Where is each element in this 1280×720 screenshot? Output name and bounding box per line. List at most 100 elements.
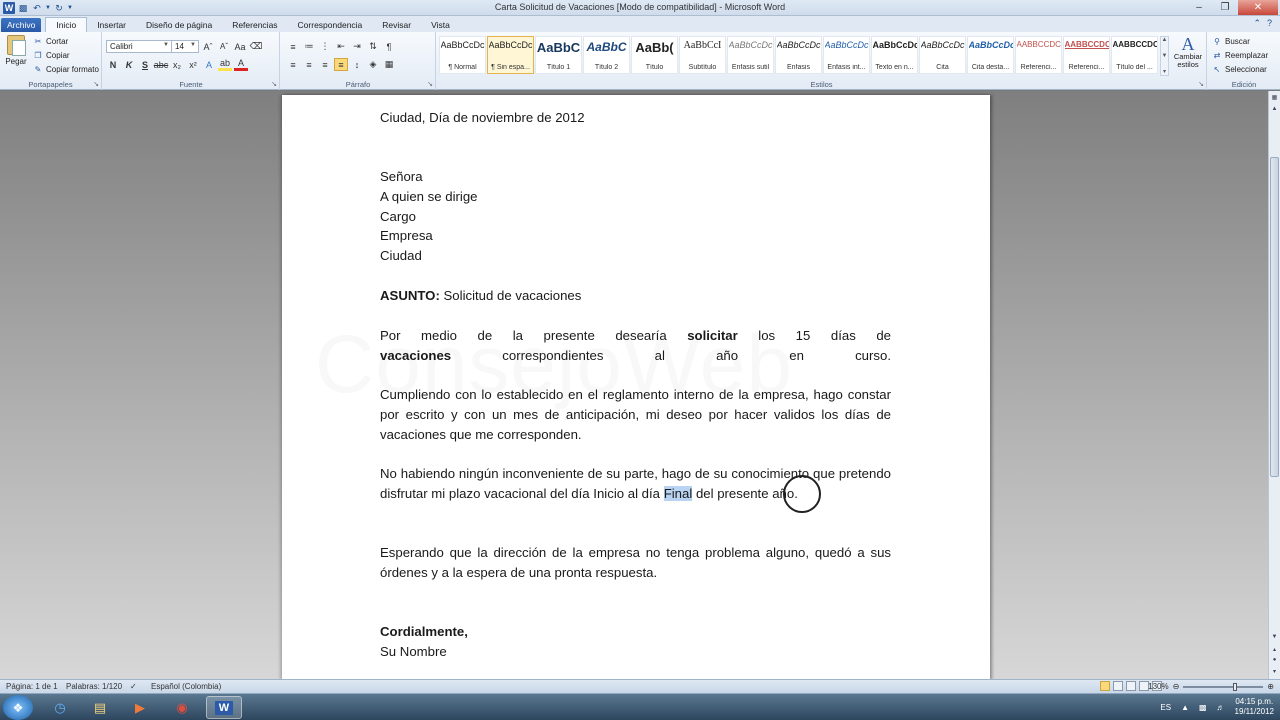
style-titulo-libro[interactable]: AABBCCDC Título del ... bbox=[1111, 36, 1158, 74]
next-page-button[interactable]: ▾ bbox=[1269, 665, 1280, 677]
decrease-indent-icon[interactable]: ⇤ bbox=[334, 40, 348, 53]
language-indicator[interactable]: Español (Colombia) bbox=[151, 682, 221, 691]
full-screen-view-icon[interactable] bbox=[1113, 681, 1123, 691]
numbering-icon[interactable]: ≔ bbox=[302, 40, 316, 53]
style-gallery-scroll[interactable]: ▲ ▼ ▾ bbox=[1160, 36, 1169, 76]
font-launcher-icon[interactable]: ↘ bbox=[271, 80, 277, 88]
sort-icon[interactable]: ⇅ bbox=[366, 40, 380, 53]
scroll-thumb[interactable] bbox=[1270, 157, 1279, 477]
zoom-slider[interactable] bbox=[1183, 682, 1264, 691]
scroll-down-button[interactable]: ▼ bbox=[1269, 631, 1280, 643]
document-body[interactable]: Ciudad, Día de noviembre de 2012 bbox=[380, 108, 891, 128]
tab-referencias[interactable]: Referencias bbox=[222, 17, 287, 32]
style-cita-destacada[interactable]: AaBbCcDc Cita desta... bbox=[967, 36, 1014, 74]
font-color-icon[interactable]: A bbox=[234, 58, 248, 71]
media-player-icon[interactable]: ▶ bbox=[122, 696, 158, 719]
tray-expand-icon[interactable]: ▲ bbox=[1181, 703, 1189, 712]
change-styles-button[interactable]: A Cambiar estilos bbox=[1171, 35, 1205, 77]
align-center-icon[interactable]: ≡ bbox=[302, 58, 316, 71]
clock[interactable]: 04:15 p.m. 19/11/2012 bbox=[1235, 697, 1274, 717]
chevron-up-icon[interactable]: ▲ bbox=[1162, 37, 1168, 43]
cut-button[interactable]: ✂ Cortar bbox=[33, 35, 69, 48]
internet-explorer-icon[interactable]: ◷ bbox=[42, 696, 78, 719]
tab-diseno-pagina[interactable]: Diseño de página bbox=[136, 17, 222, 32]
word-count[interactable]: Palabras: 1/120 bbox=[66, 682, 122, 691]
tab-insertar[interactable]: Insertar bbox=[87, 17, 136, 32]
subscript-icon[interactable]: x₂ bbox=[170, 58, 184, 71]
ruler-toggle-icon[interactable]: ▦ bbox=[1269, 91, 1280, 103]
style-enfasis[interactable]: AaBbCcDc Énfasis bbox=[775, 36, 822, 74]
tab-inicio[interactable]: Inicio bbox=[45, 17, 88, 32]
style-enfasis-sutil[interactable]: AaBbCcDc Énfasis sutil bbox=[727, 36, 774, 74]
chevron-down-icon[interactable]: ▼ bbox=[1162, 53, 1168, 59]
zoom-out-icon[interactable]: ⊖ bbox=[1173, 682, 1180, 691]
align-left-icon[interactable]: ≡ bbox=[286, 58, 300, 71]
style-referencia-intensa[interactable]: AABBCCDC Referenci... bbox=[1063, 36, 1110, 74]
format-painter-button[interactable]: ✎ Copiar formato bbox=[33, 63, 99, 76]
vertical-scrollbar[interactable]: ▦ ▲ ▼ ▴ ● ▾ bbox=[1268, 91, 1280, 679]
paste-button[interactable]: Pegar bbox=[3, 35, 29, 75]
chrome-icon[interactable]: ◉ bbox=[164, 696, 200, 719]
language-bar[interactable]: ES bbox=[1160, 703, 1171, 712]
multilevel-list-icon[interactable]: ⋮ bbox=[318, 40, 332, 53]
clipboard-launcher-icon[interactable]: ↘ bbox=[93, 80, 99, 88]
file-explorer-icon[interactable]: ▤ bbox=[82, 696, 118, 719]
increase-indent-icon[interactable]: ⇥ bbox=[350, 40, 364, 53]
style-titulo-1[interactable]: AaBbC Título 1 bbox=[535, 36, 582, 74]
replace-button[interactable]: ⇄ Reemplazar bbox=[1212, 49, 1269, 62]
proofing-icon[interactable]: ✓ bbox=[130, 682, 137, 691]
help-icon[interactable]: ? bbox=[1267, 18, 1272, 29]
align-right-icon[interactable]: ≡ bbox=[318, 58, 332, 71]
minimize-ribbon-icon[interactable]: ⌃ bbox=[1253, 18, 1261, 29]
change-case-icon[interactable]: Aa bbox=[233, 40, 247, 53]
borders-icon[interactable]: ▦ bbox=[382, 58, 396, 71]
text-effects-icon[interactable]: A bbox=[202, 58, 216, 71]
print-layout-view-icon[interactable] bbox=[1100, 681, 1110, 691]
find-button[interactable]: ⚲ Buscar bbox=[1212, 35, 1250, 48]
tab-correspondencia[interactable]: Correspondencia bbox=[288, 17, 373, 32]
copy-button[interactable]: ❐ Copiar bbox=[33, 49, 69, 62]
paragraph-4[interactable]: Esperando que la dirección de la empresa… bbox=[380, 543, 891, 583]
maximize-button[interactable]: ❐ bbox=[1212, 0, 1238, 15]
show-marks-icon[interactable]: ¶ bbox=[382, 40, 396, 53]
style-enfasis-intenso[interactable]: AaBbCcDc Énfasis int... bbox=[823, 36, 870, 74]
web-layout-view-icon[interactable] bbox=[1126, 681, 1136, 691]
grow-font-icon[interactable]: Aˆ bbox=[201, 40, 215, 53]
paragraph-1[interactable]: Por medio de la presente desearía solici… bbox=[380, 326, 891, 366]
start-button[interactable]: ❖ bbox=[3, 695, 33, 720]
strikethrough-icon[interactable]: abc bbox=[154, 58, 169, 71]
paragraph-2[interactable]: Cumpliendo con lo establecido en el regl… bbox=[380, 385, 891, 444]
style-texto-negrita[interactable]: AaBbCcDc Texto en n... bbox=[871, 36, 918, 74]
network-icon[interactable]: ▩ bbox=[1199, 703, 1207, 712]
paragraph-launcher-icon[interactable]: ↘ bbox=[427, 80, 433, 88]
recipient-block[interactable]: Señora A quien se dirige Cargo Empresa C… bbox=[380, 167, 891, 266]
justify-icon[interactable]: ≡ bbox=[334, 58, 348, 71]
style-referencia-sutil[interactable]: AABBCCDC Referenci... bbox=[1015, 36, 1062, 74]
zoom-in-icon[interactable]: ⊕ bbox=[1267, 682, 1274, 691]
style-normal[interactable]: AaBbCcDc ¶ Normal bbox=[439, 36, 486, 74]
styles-launcher-icon[interactable]: ↘ bbox=[1198, 80, 1204, 88]
tab-revisar[interactable]: Revisar bbox=[372, 17, 421, 32]
font-size-input[interactable]: 14 ▼ bbox=[171, 40, 199, 53]
closing-block[interactable]: Cordialmente, Su Nombre bbox=[380, 622, 891, 662]
word-taskbar-icon[interactable]: W bbox=[206, 696, 242, 719]
style-subtitulo[interactable]: AaBbCcI Subtítulo bbox=[679, 36, 726, 74]
more-styles-icon[interactable]: ▾ bbox=[1163, 68, 1166, 75]
style-titulo-2[interactable]: AaBbC Título 2 bbox=[583, 36, 630, 74]
bullets-icon[interactable]: ≡ bbox=[286, 40, 300, 53]
highlight-icon[interactable]: ab bbox=[218, 58, 232, 71]
shrink-font-icon[interactable]: Aˇ bbox=[217, 40, 231, 53]
zoom-slider-thumb[interactable] bbox=[1233, 682, 1238, 691]
underline-icon[interactable]: S bbox=[138, 58, 152, 71]
tab-archivo[interactable]: Archivo bbox=[1, 18, 42, 32]
page-count[interactable]: Página: 1 de 1 bbox=[6, 682, 58, 691]
subject-line[interactable]: ASUNTO: Solicitud de vacaciones bbox=[380, 286, 891, 306]
bold-icon[interactable]: N bbox=[106, 58, 120, 71]
clear-format-icon[interactable]: ⌫ bbox=[249, 40, 263, 53]
volume-icon[interactable]: ♬ bbox=[1217, 703, 1225, 712]
select-button[interactable]: ↖ Seleccionar bbox=[1212, 63, 1267, 76]
zoom-level[interactable]: 130% bbox=[1148, 682, 1168, 691]
style-cita[interactable]: AaBbCcDc Cita bbox=[919, 36, 966, 74]
selected-text[interactable]: Final bbox=[663, 485, 693, 501]
line-spacing-icon[interactable]: ↕ bbox=[350, 58, 364, 71]
